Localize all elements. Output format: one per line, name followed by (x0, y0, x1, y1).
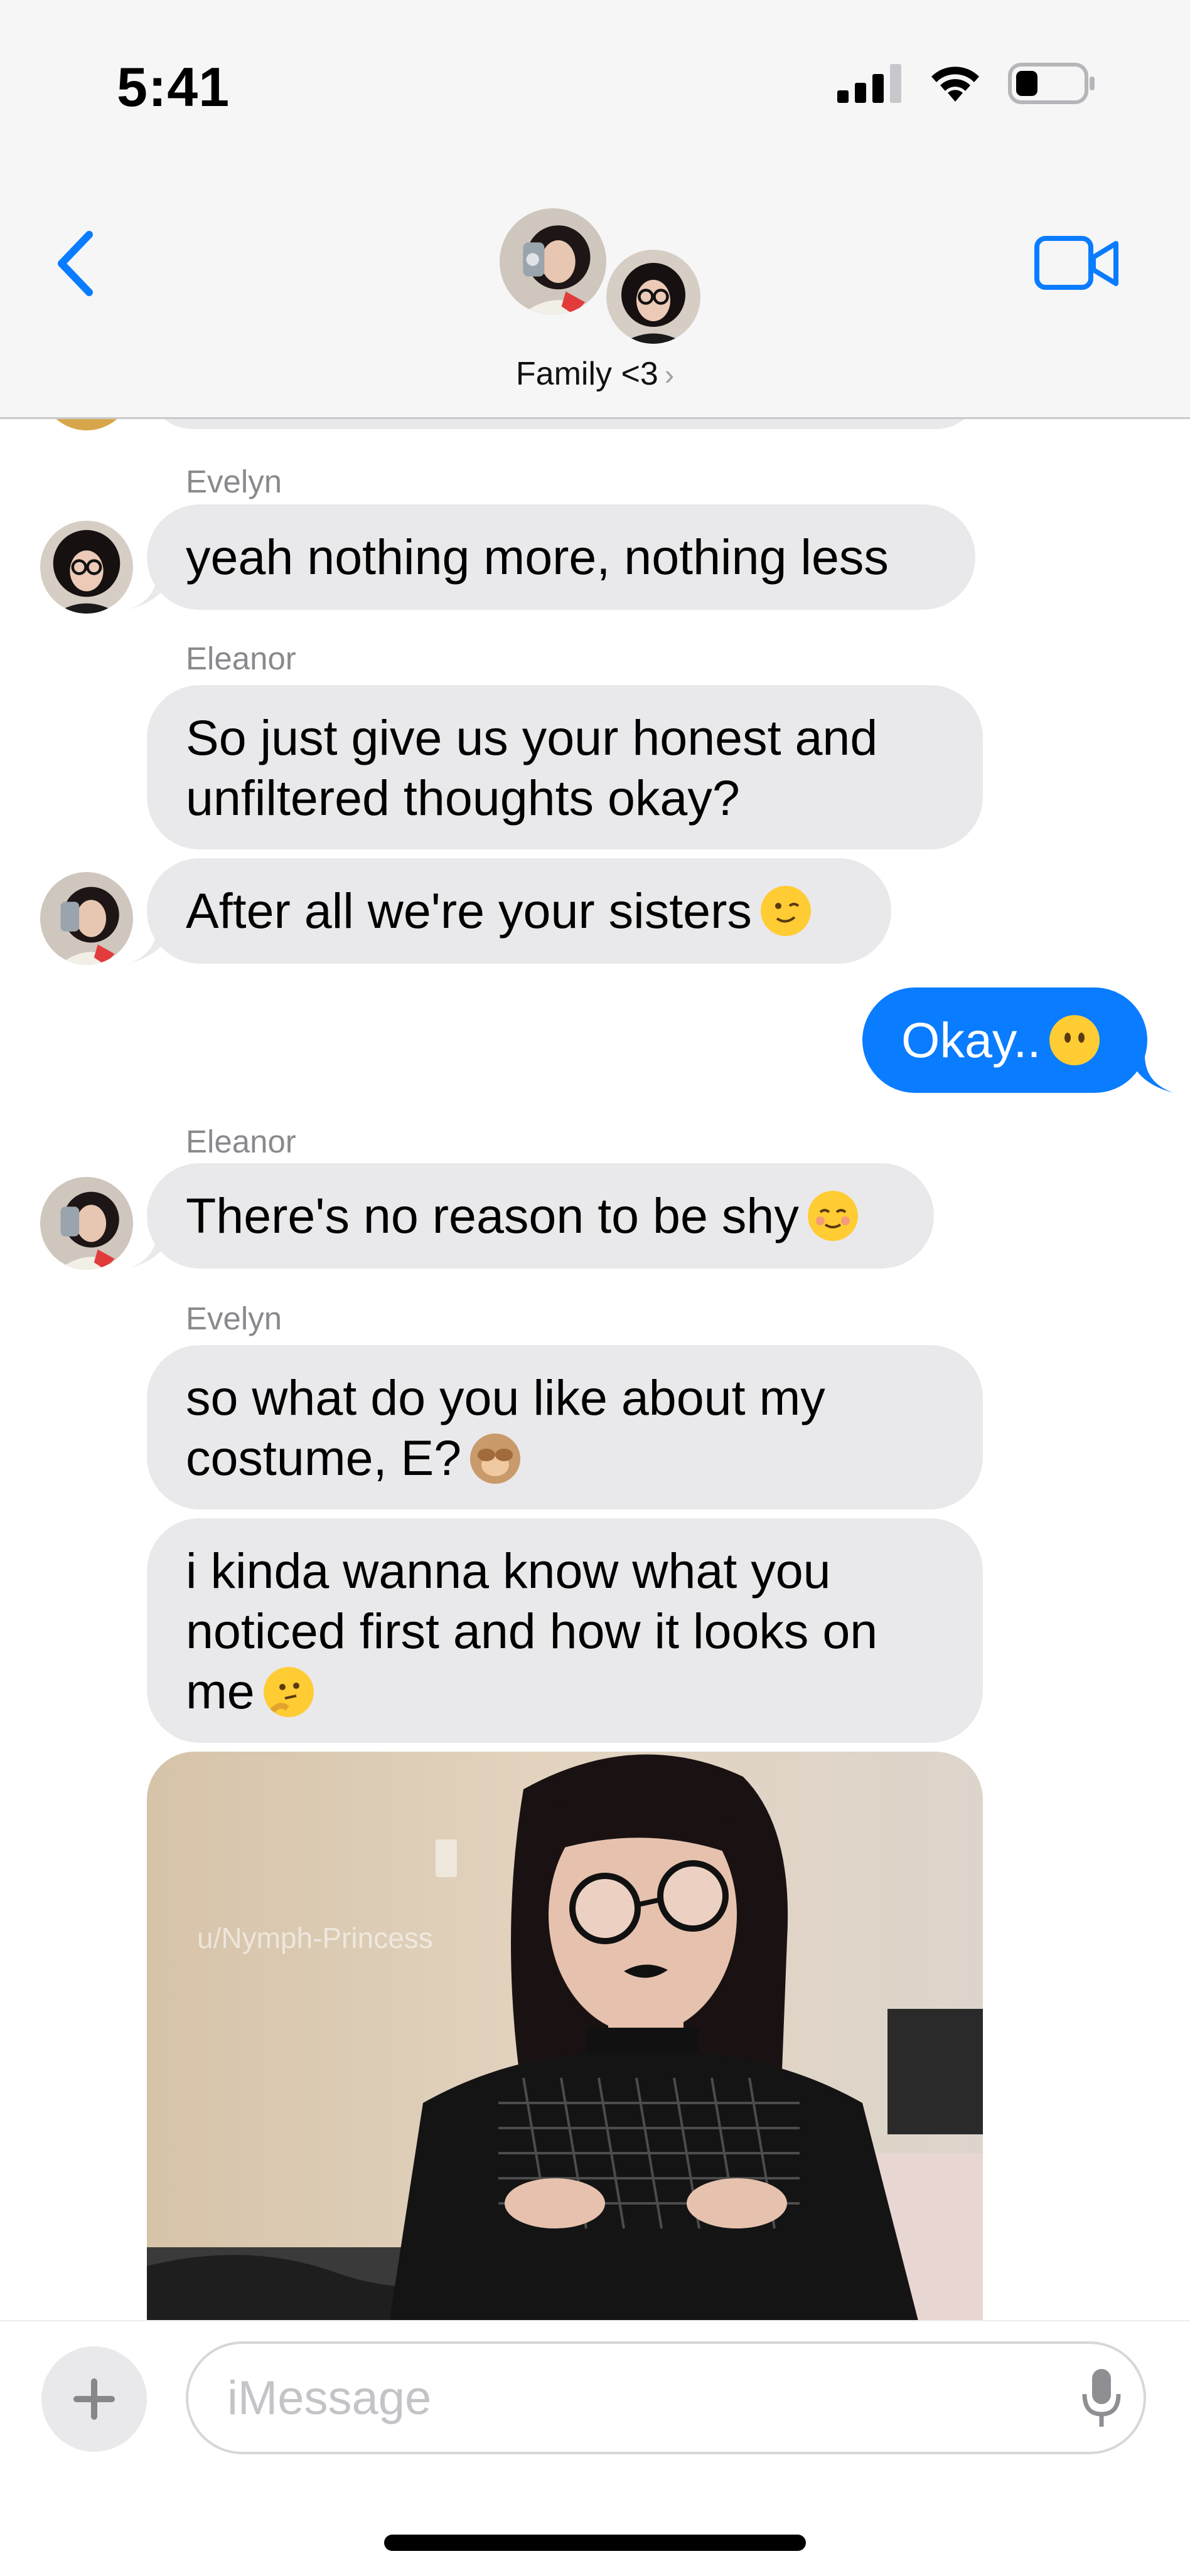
message-bubble[interactable]: yeah nothing more, nothing less (147, 504, 975, 610)
message-bubble[interactable]: There's no reason to be shy (147, 1163, 934, 1269)
photo-image (147, 1752, 983, 2320)
photo-watermark: u/Nymph-Princess (197, 1922, 433, 1954)
message-text: so what do you like about my costume, E? (186, 1368, 926, 1488)
avatar-eleanor (40, 1177, 133, 1270)
back-chevron-icon[interactable] (50, 226, 100, 301)
message-bubble[interactable]: So just give us your honest and unfilter… (147, 685, 983, 849)
avatar-evelyn (603, 246, 704, 348)
smiling-face-icon (807, 1191, 858, 1241)
status-icons (837, 63, 1096, 104)
sender-name: Evelyn (186, 464, 282, 499)
sender-name: Eleanor (186, 1124, 296, 1159)
avatar-partial (40, 419, 133, 430)
message-bubble[interactable]: so what do you like about my costume, E? (147, 1345, 983, 1509)
face-without-mouth-icon (1049, 1015, 1100, 1065)
avatar-eleanor (40, 872, 133, 965)
home-indicator[interactable] (384, 2535, 806, 2551)
thinking-face-icon (263, 1667, 314, 1717)
avatar-eleanor (496, 205, 610, 319)
message-list[interactable]: Evelyn yeah nothing more, nothing less E… (0, 419, 1190, 2320)
winking-face-icon (760, 886, 811, 936)
message-text: Okay.. (901, 1012, 1041, 1068)
status-time: 5:41 (117, 56, 230, 118)
message-bubble-outgoing[interactable]: Okay.. (862, 987, 1147, 1093)
message-text: After all we're your sisters (186, 883, 752, 939)
bubble-tail-outgoing (1130, 1055, 1174, 1093)
message-text: yeah nothing more, nothing less (186, 529, 889, 585)
microphone-icon[interactable] (1080, 2366, 1123, 2429)
plus-icon (73, 2378, 115, 2420)
sender-name: Eleanor (186, 641, 296, 676)
message-input[interactable] (186, 2341, 1146, 2454)
battery-icon (1008, 63, 1095, 104)
wifi-icon (931, 67, 979, 102)
group-name-label: Family <3 (515, 356, 658, 392)
cellular-signal-icon (837, 64, 901, 103)
message-text: So just give us your honest and unfilter… (186, 710, 878, 826)
facetime-video-icon[interactable] (1033, 232, 1121, 295)
see-no-evil-monkey-icon (470, 1434, 521, 1484)
message-bubble-partial[interactable] (147, 419, 982, 429)
conversation-header: 5:41 Family <3 › (0, 0, 1190, 419)
message-bubble[interactable]: i kinda wanna know what you noticed firs… (147, 1518, 983, 1743)
photo-attachment[interactable]: u/Nymph-Princess (147, 1752, 983, 2320)
sender-name: Evelyn (186, 1301, 282, 1336)
group-name[interactable]: Family <3 › (0, 355, 1190, 393)
avatar-evelyn (40, 521, 133, 614)
message-text: i kinda wanna know what you noticed firs… (186, 1541, 926, 1722)
apps-plus-button[interactable] (41, 2346, 147, 2452)
compose-bar (0, 2320, 1190, 2576)
group-avatars[interactable] (496, 205, 704, 349)
message-bubble[interactable]: After all we're your sisters (147, 858, 891, 964)
message-text: There's no reason to be shy (186, 1188, 799, 1243)
group-details-chevron-icon: › (664, 358, 675, 391)
